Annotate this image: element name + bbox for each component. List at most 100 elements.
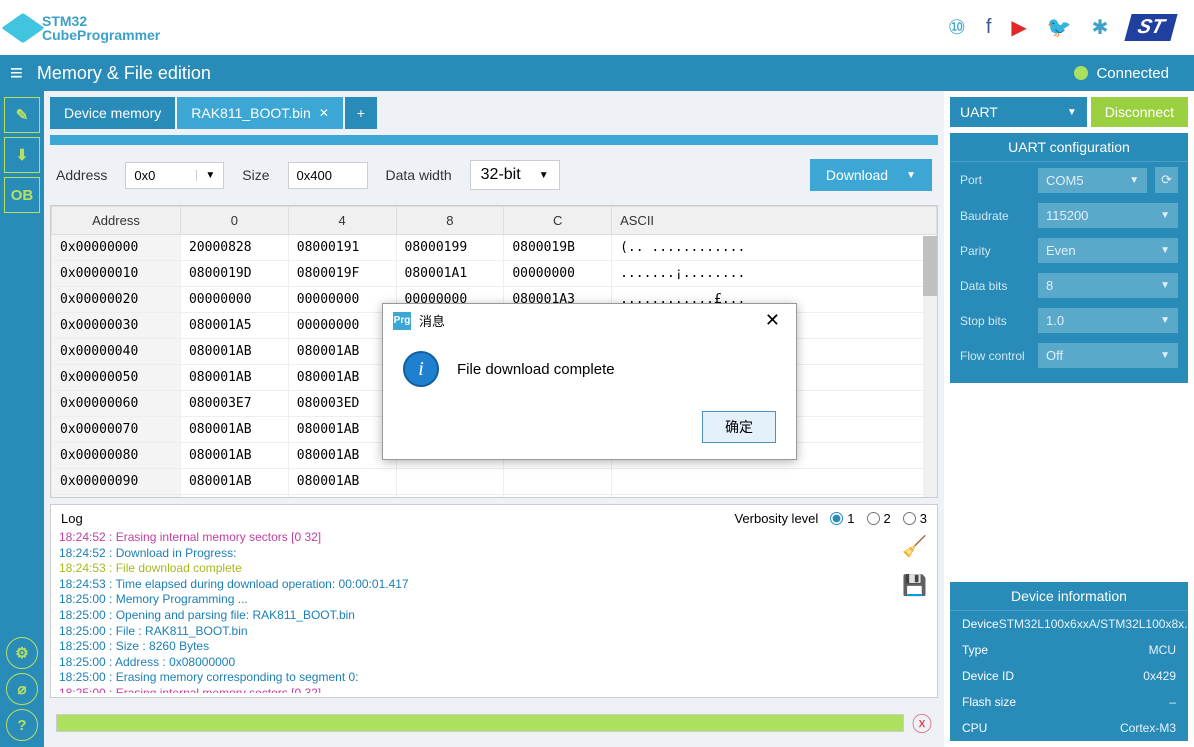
table-header[interactable]: 4: [288, 207, 396, 235]
youtube-icon[interactable]: ▶: [1011, 15, 1026, 40]
dialog-close-icon[interactable]: ✕: [759, 310, 786, 331]
verbosity-radio-2[interactable]: [867, 512, 880, 525]
share-icon[interactable]: ✱: [1092, 15, 1109, 40]
facebook-icon[interactable]: f: [986, 16, 992, 39]
table-header[interactable]: ASCII: [612, 207, 937, 235]
app-topbar: STM32 CubeProgrammer ⑩ f ▶ 🐦 ✱ ST: [0, 0, 1194, 55]
info-icon: i: [403, 351, 439, 387]
address-input[interactable]: [126, 163, 196, 188]
address-label: Address: [56, 167, 107, 183]
log-save-icon[interactable]: 💾: [902, 573, 927, 598]
datawidth-select[interactable]: 32-bit: [481, 166, 521, 184]
table-cell: 080001AB: [288, 469, 396, 495]
devinfo-value: MCU: [1149, 643, 1176, 657]
table-cell: 080001AB: [180, 469, 288, 495]
table-cell: 080001AB: [288, 365, 396, 391]
tab-device-memory[interactable]: Device memory: [50, 97, 175, 129]
table-row[interactable]: 0x00000000200008280800019108000199080001…: [52, 235, 937, 261]
log-line: 18:25:00 : Opening and parsing file: RAK…: [59, 608, 896, 624]
dialog-message: File download complete: [457, 361, 615, 378]
table-cell: 080001AB: [180, 339, 288, 365]
config-label: Flow control: [960, 349, 1030, 363]
config-select[interactable]: Even▼: [1038, 238, 1178, 263]
table-cell: 0x00000030: [52, 313, 181, 339]
table-header[interactable]: 0: [180, 207, 288, 235]
config-select[interactable]: 8▼: [1038, 273, 1178, 298]
progress-row: ⓧ: [50, 704, 938, 741]
log-line: 18:25:00 : Erasing internal memory secto…: [59, 686, 896, 693]
table-cell: 080001AB: [288, 417, 396, 443]
uart-config-title: UART configuration: [950, 133, 1188, 162]
verbosity-group: Verbosity level 1 2 3: [734, 511, 927, 526]
log-text[interactable]: 18:24:52 : Erasing internal memory secto…: [57, 528, 898, 693]
tab-add-button[interactable]: +: [345, 97, 377, 129]
table-cell: (.. ............: [612, 235, 937, 261]
table-header[interactable]: Address: [52, 207, 181, 235]
table-cell: 00000000: [504, 261, 612, 287]
log-line: 18:25:00 : Erasing memory corresponding …: [59, 670, 896, 686]
edit-tool-button[interactable]: ✎: [4, 97, 40, 133]
table-cell: [612, 469, 937, 495]
devinfo-value: STM32L100x6xxA/STM32L100x8x...: [999, 617, 1194, 631]
size-input[interactable]: [288, 162, 368, 189]
config-select[interactable]: 1.0▼: [1038, 308, 1178, 333]
help-button[interactable]: ?: [6, 709, 38, 741]
settings-button[interactable]: ⚙: [6, 637, 38, 669]
table-cell: 00000000: [180, 495, 288, 499]
devinfo-row: TypeMCU: [950, 637, 1188, 663]
verbosity-radio-3[interactable]: [903, 512, 916, 525]
chevron-down-icon: ▼: [1160, 350, 1170, 361]
disconnect-button[interactable]: Disconnect: [1091, 97, 1188, 127]
tab-file[interactable]: RAK811_BOOT.bin ✕: [177, 97, 343, 129]
st-logo-icon[interactable]: ST: [1125, 14, 1178, 41]
download-button-label: Download: [826, 167, 888, 183]
verbosity-radio-1[interactable]: [830, 512, 843, 525]
download-dropdown-icon[interactable]: ▼: [906, 170, 916, 181]
tab-close-icon[interactable]: ✕: [319, 106, 329, 120]
devinfo-label: CPU: [962, 721, 987, 735]
table-cell: 080001AB: [180, 365, 288, 391]
twitter-icon[interactable]: 🐦: [1047, 15, 1072, 40]
table-cell: 080001AB: [288, 495, 396, 499]
log-label: Log: [61, 511, 83, 526]
table-cell: 080001A5: [180, 313, 288, 339]
table-row[interactable]: 0x000000100800019D0800019F080001A1000000…: [52, 261, 937, 287]
connection-status-label: Connected: [1096, 65, 1169, 82]
download-button[interactable]: Download ▼: [810, 159, 932, 191]
progress-cancel-icon[interactable]: ⓧ: [912, 708, 932, 737]
table-cell: 0x00000040: [52, 339, 181, 365]
table-row[interactable]: 0x00000090080001AB080001AB: [52, 469, 937, 495]
progress-bar: [56, 714, 904, 732]
memory-controls: Address ▼ Size Data width 32-bit ▼ Downl…: [50, 151, 938, 199]
config-select[interactable]: COM5▼: [1038, 168, 1147, 193]
scrollbar-thumb[interactable]: [923, 236, 937, 296]
table-cell: 0x000000A0: [52, 495, 181, 499]
titlebar: ≡ Memory & File edition Connected: [0, 55, 1194, 91]
option-bytes-button[interactable]: OB: [4, 177, 40, 213]
table-header[interactable]: 8: [396, 207, 504, 235]
chevron-down-icon: ▼: [1160, 315, 1170, 326]
table-row[interactable]: 0x000000A000000000080001AB080001AB080001…: [52, 495, 937, 499]
log-clear-icon[interactable]: 🧹: [902, 534, 927, 559]
datawidth-dropdown-icon[interactable]: ▼: [521, 170, 549, 181]
erase-button[interactable]: ⌀: [6, 673, 38, 705]
badge-icon[interactable]: ⑩: [948, 15, 966, 40]
connection-type-select[interactable]: UART ▼: [950, 97, 1087, 127]
table-cell: 00000000: [180, 287, 288, 313]
device-info-section: Device information DeviceSTM32L100x6xxA/…: [950, 582, 1188, 741]
table-cell: [396, 469, 504, 495]
dialog-ok-button[interactable]: 确定: [702, 411, 776, 443]
table-cell: 08000199: [396, 235, 504, 261]
hamburger-menu-icon[interactable]: ≡: [10, 60, 23, 86]
refresh-icon[interactable]: ⟳: [1155, 167, 1178, 193]
tabs-strip: [50, 135, 938, 145]
log-line: 18:24:53 : Time elapsed during download …: [59, 577, 896, 593]
download-tool-button[interactable]: ⬇: [4, 137, 40, 173]
config-select[interactable]: Off▼: [1038, 343, 1178, 368]
config-select[interactable]: 115200▼: [1038, 203, 1178, 228]
address-dropdown-icon[interactable]: ▼: [196, 170, 223, 181]
log-line: 18:24:53 : File download complete: [59, 561, 896, 577]
table-cell: 08000191: [288, 235, 396, 261]
table-header[interactable]: C: [504, 207, 612, 235]
tabs-row: Device memory RAK811_BOOT.bin ✕ +: [50, 97, 938, 129]
